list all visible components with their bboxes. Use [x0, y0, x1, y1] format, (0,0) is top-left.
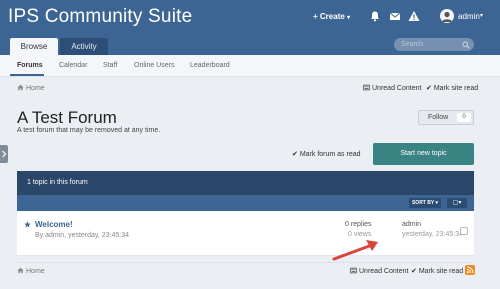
- home-icon: [17, 267, 24, 274]
- rss-icon[interactable]: [465, 265, 475, 275]
- view-mode-icon: ▢▾: [452, 200, 462, 206]
- site-logo[interactable]: IPS Community Suite: [8, 6, 192, 28]
- footer-unread-content-link[interactable]: Unread Content: [350, 267, 408, 275]
- check-icon: ✔: [426, 85, 432, 92]
- warning-icon[interactable]: [408, 10, 420, 22]
- scrollbar[interactable]: [493, 0, 500, 289]
- breadcrumb[interactable]: Home: [17, 84, 45, 92]
- topic-list-toolbar: SORT BY ▾ ▢▾: [17, 195, 474, 211]
- main-nav: Browse Activity Search: [0, 34, 500, 55]
- sidebar-toggle[interactable]: [0, 145, 8, 163]
- view-mode-button[interactable]: ▢▾: [447, 198, 467, 208]
- topic-select-checkbox[interactable]: [460, 227, 468, 235]
- tab-browse[interactable]: Browse: [10, 38, 58, 55]
- sort-by-button[interactable]: SORT BY ▾: [409, 198, 441, 208]
- footer-mark-site-read-link[interactable]: ✔ Mark site read: [411, 267, 463, 275]
- follow-button[interactable]: Follow 0: [418, 110, 474, 125]
- page-title: A Test Forum: [17, 108, 117, 127]
- caret-down-icon[interactable]: ▾: [480, 12, 483, 19]
- bell-icon[interactable]: [369, 10, 381, 22]
- mark-forum-read-label: Mark forum as read: [299, 151, 361, 158]
- annotation-arrow-icon: [332, 240, 378, 261]
- unread-icon: [363, 84, 370, 91]
- subnav-online-users[interactable]: Online Users: [134, 62, 174, 69]
- unread-icon: [350, 267, 357, 274]
- follow-label: Follow: [428, 114, 449, 121]
- topic-meta: By admin, yesterday, 23:45:34: [35, 232, 130, 239]
- star-icon: [24, 221, 31, 228]
- user-menu-name[interactable]: admin: [458, 12, 480, 21]
- topic-title-link[interactable]: Welcome!: [35, 220, 73, 229]
- caret-down-icon: ▾: [347, 15, 351, 21]
- home-icon: [17, 84, 24, 91]
- plus-icon: +: [313, 12, 318, 21]
- sub-nav: Forums Calendar Staff Online Users Leade…: [0, 55, 500, 77]
- user-silhouette-icon: [442, 11, 452, 22]
- mark-site-read-link[interactable]: ✔ Mark site read: [426, 84, 478, 92]
- forum-description: A test forum that may be removed at any …: [17, 127, 161, 134]
- mark-forum-read-link[interactable]: ✔ Mark forum as read: [292, 150, 361, 158]
- search-icon[interactable]: [462, 41, 470, 49]
- check-icon: ✔: [292, 151, 298, 158]
- subnav-forums[interactable]: Forums: [17, 62, 43, 69]
- sort-by-label: SORT BY: [411, 200, 435, 206]
- follow-count-badge: 0: [457, 113, 471, 122]
- footer-unread-content-label: Unread Content: [359, 268, 409, 275]
- subnav-calendar[interactable]: Calendar: [59, 62, 87, 69]
- breadcrumb-home[interactable]: Home: [26, 85, 45, 92]
- create-label: Create: [319, 12, 345, 21]
- footer-breadcrumb-home[interactable]: Home: [26, 268, 45, 275]
- active-underline: [10, 74, 44, 76]
- start-new-topic-button[interactable]: Start new topic: [373, 143, 474, 165]
- tab-activity[interactable]: Activity: [60, 38, 108, 55]
- unread-content-link[interactable]: Unread Content: [363, 84, 421, 92]
- unread-content-label: Unread Content: [372, 85, 422, 92]
- chevron-right-icon: [2, 150, 7, 158]
- user-avatar[interactable]: [440, 9, 454, 23]
- rss-glyph-icon: [466, 266, 474, 274]
- topic-replies: 0 replies: [345, 221, 372, 228]
- mark-site-read-label: Mark site read: [433, 85, 479, 92]
- envelope-icon[interactable]: [389, 10, 401, 22]
- subnav-leaderboard[interactable]: Leaderboard: [190, 62, 230, 69]
- last-post-time[interactable]: yesterday, 23:45:34: [402, 231, 463, 238]
- check-icon: ✔: [411, 268, 417, 275]
- table-row[interactable]: Welcome! By admin, yesterday, 23:45:34 0…: [17, 211, 474, 256]
- last-poster[interactable]: admin: [402, 221, 421, 228]
- subnav-staff[interactable]: Staff: [103, 62, 117, 69]
- create-button[interactable]: + Create ▾: [313, 12, 350, 21]
- footer-breadcrumb[interactable]: Home: [17, 267, 45, 275]
- footer-mark-site-read-label: Mark site read: [418, 268, 464, 275]
- topic-count: 1 topic in this forum: [27, 179, 88, 186]
- site-header: IPS Community Suite + Create ▾ admin ▾: [0, 0, 500, 34]
- topic-list-header: 1 topic in this forum: [17, 171, 474, 195]
